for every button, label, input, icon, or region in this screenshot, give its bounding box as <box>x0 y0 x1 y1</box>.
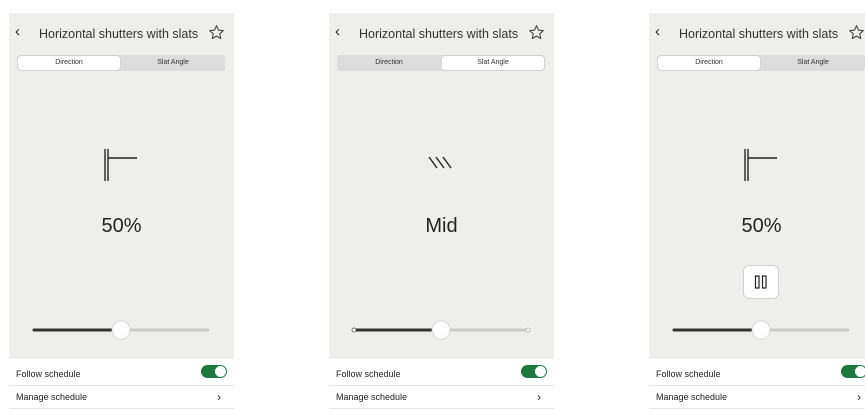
slat-angle-slider[interactable] <box>351 319 531 341</box>
slider-knob[interactable] <box>111 320 131 340</box>
tab-slat-angle[interactable]: Slat Angle <box>442 56 544 70</box>
slider-start-marker <box>351 327 357 333</box>
manage-schedule-label: Manage schedule <box>16 392 88 402</box>
chevron-right-icon: › <box>537 390 541 404</box>
position-slider[interactable] <box>671 319 851 341</box>
schedule-rows: Follow schedule Manage schedule › <box>649 363 865 409</box>
header: ‹ Horizontal shutters with slats <box>649 13 865 53</box>
pause-button[interactable] <box>743 265 779 299</box>
mode-segmented-control: Direction Slat Angle <box>337 55 545 71</box>
schedule-rows: Follow schedule Manage schedule › <box>329 363 554 409</box>
follow-schedule-label: Follow schedule <box>336 369 401 379</box>
toggle-knob <box>215 366 226 377</box>
chevron-right-icon: › <box>217 390 221 404</box>
mode-segmented-control: Direction Slat Angle <box>17 55 225 71</box>
slat-direction-icon <box>104 149 137 181</box>
shutter-screen-moving: ‹ Horizontal shutters with slats Directi… <box>649 13 865 409</box>
slat-direction-icon <box>744 149 777 181</box>
tab-direction[interactable]: Direction <box>18 56 120 70</box>
follow-schedule-toggle[interactable] <box>201 365 227 378</box>
tab-direction[interactable]: Direction <box>338 56 440 70</box>
position-slider[interactable] <box>31 319 211 341</box>
slat-angle-icon <box>428 156 452 169</box>
schedule-rows: Follow schedule Manage schedule › <box>9 363 234 409</box>
manage-schedule-label: Manage schedule <box>336 392 408 402</box>
slider-knob[interactable] <box>431 320 451 340</box>
manage-schedule-label: Manage schedule <box>656 392 728 402</box>
header: ‹ Horizontal shutters with slats <box>329 13 554 53</box>
control-panel: ‹ Horizontal shutters with slats Directi… <box>329 13 554 359</box>
page-title: Horizontal shutters with slats <box>359 27 519 41</box>
tab-slat-angle[interactable]: Slat Angle <box>122 56 224 70</box>
follow-schedule-row: Follow schedule <box>9 363 234 386</box>
manage-schedule-row[interactable]: Manage schedule › <box>329 386 554 409</box>
back-chevron-icon[interactable]: ‹ <box>15 24 20 40</box>
pause-icon <box>754 275 767 289</box>
favorite-star-icon[interactable] <box>208 24 225 41</box>
back-chevron-icon[interactable]: ‹ <box>335 24 340 40</box>
favorite-star-icon[interactable] <box>528 24 545 41</box>
shutter-screen-direction: ‹ Horizontal shutters with slats Directi… <box>9 13 234 409</box>
follow-schedule-row: Follow schedule <box>329 363 554 386</box>
page-title: Horizontal shutters with slats <box>39 27 199 41</box>
slat-angle-value: Mid <box>425 215 458 237</box>
tab-direction[interactable]: Direction <box>658 56 760 70</box>
toggle-knob <box>855 366 865 377</box>
control-panel: ‹ Horizontal shutters with slats Directi… <box>649 13 865 359</box>
manage-schedule-row[interactable]: Manage schedule › <box>9 386 234 409</box>
follow-schedule-label: Follow schedule <box>656 369 721 379</box>
header: ‹ Horizontal shutters with slats <box>9 13 234 53</box>
position-value: 50% <box>101 215 142 237</box>
slider-end-marker <box>525 327 531 333</box>
toggle-knob <box>535 366 546 377</box>
control-panel: ‹ Horizontal shutters with slats Directi… <box>9 13 234 359</box>
favorite-star-icon[interactable] <box>848 24 865 41</box>
chevron-right-icon: › <box>857 390 861 404</box>
back-chevron-icon[interactable]: ‹ <box>655 24 660 40</box>
manage-schedule-row[interactable]: Manage schedule › <box>649 386 865 409</box>
tab-slat-angle[interactable]: Slat Angle <box>762 56 864 70</box>
mode-segmented-control: Direction Slat Angle <box>657 55 865 71</box>
follow-schedule-row: Follow schedule <box>649 363 865 386</box>
slider-knob[interactable] <box>751 320 771 340</box>
follow-schedule-toggle[interactable] <box>521 365 547 378</box>
page-title: Horizontal shutters with slats <box>679 27 839 41</box>
shutter-screen-slat-angle: ‹ Horizontal shutters with slats Directi… <box>329 13 554 409</box>
follow-schedule-label: Follow schedule <box>16 369 81 379</box>
follow-schedule-toggle[interactable] <box>841 365 865 378</box>
position-value: 50% <box>741 215 782 237</box>
